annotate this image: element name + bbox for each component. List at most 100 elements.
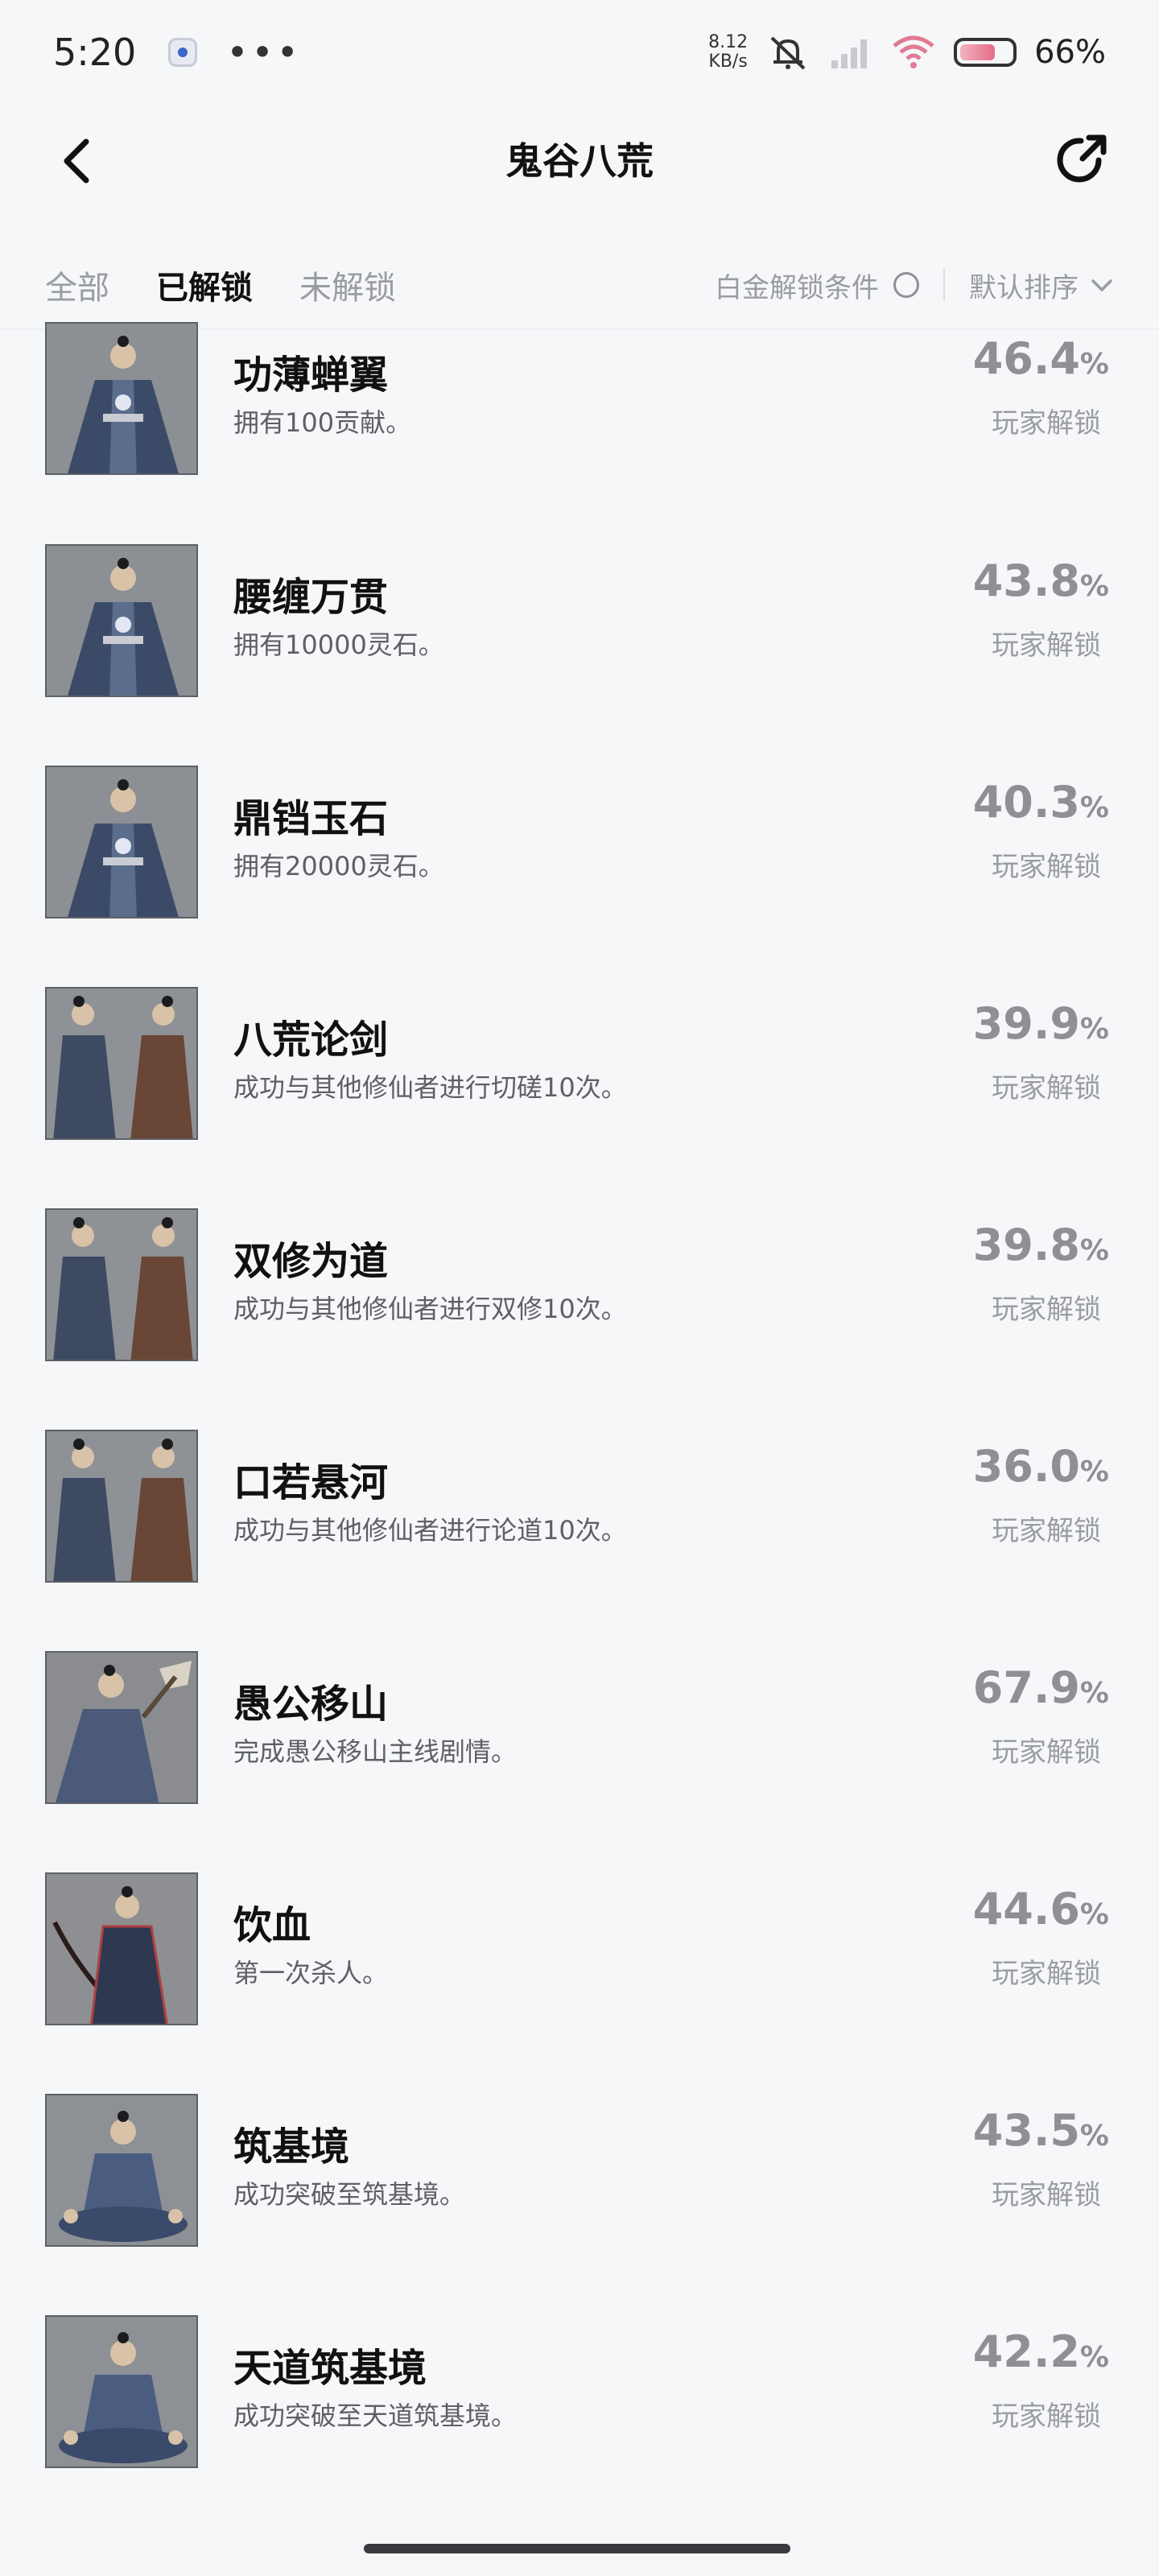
unlock-rate-value: 43.5 (972, 2105, 1080, 2156)
mute-bell-icon (770, 36, 806, 70)
achievement-row[interactable]: 腰缠万贯拥有10000灵石。 43.8% 玩家解锁 (0, 544, 1159, 766)
unlock-rate-percent-sign: % (1079, 1898, 1109, 1931)
status-time: 5:20 (53, 31, 137, 74)
network-speed-unit: KB/s (708, 52, 748, 72)
sort-dropdown[interactable]: 默认排序 (969, 266, 1079, 305)
unlock-rate: 44.6% (973, 1884, 1109, 1934)
unlock-rate-value: 67.9 (972, 1662, 1080, 1713)
achievement-description: 成功与其他修仙者进行双修10次。 (233, 1294, 627, 1324)
achievement-title: 腰缠万贯 (233, 575, 389, 620)
figure-with-hoe-icon (45, 1651, 198, 1804)
status-bar: 5:20 ••• 8.12 KB/s 66% (0, 0, 1159, 105)
two-figures-icon (45, 987, 198, 1140)
unlock-rate: 36.0% (973, 1441, 1109, 1492)
header: 鬼谷八荒 (0, 105, 1159, 213)
tab-locked[interactable]: 未解锁 (299, 262, 396, 308)
unlock-rate-value: 44.6 (972, 1884, 1080, 1934)
page-title: 鬼谷八荒 (505, 139, 654, 183)
meditating-figure-icon (45, 2094, 198, 2247)
unlock-label: 玩家解锁 (992, 1072, 1101, 1104)
share-icon (1057, 134, 1107, 183)
unlock-label: 玩家解锁 (992, 851, 1101, 883)
unlock-label: 玩家解锁 (992, 1515, 1101, 1547)
achievement-title: 愚公移山 (233, 1682, 389, 1727)
unlock-rate: 67.9% (973, 1662, 1109, 1713)
unlock-rate-percent-sign: % (1079, 348, 1109, 381)
unlock-rate-percent-sign: % (1079, 1677, 1109, 1710)
achievement-title: 八荒论剑 (233, 1018, 389, 1063)
achievement-title: 双修为道 (233, 1239, 389, 1284)
robed-figure-icon (45, 766, 198, 919)
achievement-row[interactable]: 口若悬河成功与其他修仙者进行论道10次。 36.0% 玩家解锁 (0, 1430, 1159, 1652)
platinum-radio[interactable] (893, 272, 919, 298)
achievement-description: 成功与其他修仙者进行论道10次。 (233, 1515, 627, 1546)
achievement-description: 拥有10000灵石。 (233, 630, 444, 660)
unlock-rate-value: 43.8 (972, 555, 1080, 606)
unlock-rate-percent-sign: % (1079, 570, 1109, 603)
achievement-title: 功薄蝉翼 (233, 353, 389, 398)
achievement-description: 完成愚公移山主线剧情。 (233, 1736, 518, 1767)
tab-unlocked[interactable]: 已解锁 (156, 262, 253, 308)
achievement-title: 筑基境 (233, 2124, 350, 2169)
home-indicator[interactable] (364, 2544, 790, 2553)
achievement-row[interactable]: 筑基境成功突破至筑基境。 43.5% 玩家解锁 (0, 2094, 1159, 2316)
achievement-description: 成功与其他修仙者进行切磋10次。 (233, 1072, 627, 1103)
robed-figure-icon (45, 322, 198, 475)
filters: 白金解锁条件 默认排序 (715, 266, 1114, 305)
signal-icon (831, 39, 868, 68)
unlock-rate: 39.9% (973, 998, 1109, 1049)
tab-all[interactable]: 全部 (45, 262, 109, 308)
share-button[interactable] (1045, 124, 1117, 196)
network-speed-value: 8.12 (708, 32, 749, 52)
achievement-description: 成功突破至筑基境。 (233, 2179, 466, 2210)
achievement-row[interactable]: 天道筑基境 成功突破至天道筑基境。 42.2% 玩家解锁 (0, 2315, 1159, 2537)
unlock-label: 玩家解锁 (992, 1958, 1101, 1990)
unlock-rate-percent-sign: % (1079, 1013, 1109, 1046)
achievement-title: 饮血 (233, 1903, 311, 1948)
unlock-label: 玩家解锁 (992, 2401, 1101, 2433)
unlock-label: 玩家解锁 (992, 2179, 1101, 2211)
unlock-rate-percent-sign: % (1079, 1455, 1109, 1488)
unlock-rate: 46.4% (973, 333, 1109, 384)
unlock-rate-percent-sign: % (1079, 791, 1109, 824)
platinum-filter-label[interactable]: 白金解锁条件 (715, 266, 879, 305)
chevron-down-icon[interactable] (1090, 273, 1114, 297)
achievement-row[interactable]: 饮血 第一次杀人。 44.6% 玩家解锁 (0, 1872, 1159, 2095)
battery-icon (954, 38, 1017, 67)
achievement-row[interactable]: 愚公移山完成愚公移山主线剧情。 67.9% 玩家解锁 (0, 1651, 1159, 1873)
achievement-row[interactable]: 功薄蝉翼 拥有100贡献。 46.4% 玩家解锁 (0, 322, 1159, 544)
unlock-label: 玩家解锁 (992, 1294, 1101, 1326)
back-button[interactable] (45, 129, 109, 193)
wifi-icon (893, 35, 934, 68)
battery-percentage: 66% (1034, 34, 1106, 71)
tabs-bar: 全部 已解锁 未解锁 白金解锁条件 默认排序 (0, 242, 1159, 330)
filter-divider (943, 269, 945, 301)
unlock-rate-value: 40.3 (972, 777, 1080, 828)
robed-figure-icon (45, 544, 198, 697)
achievement-title: 鼎铛玉石 (233, 796, 389, 841)
unlock-label: 玩家解锁 (992, 407, 1101, 440)
achievement-row[interactable]: 双修为道成功与其他修仙者进行双修10次。 39.8% 玩家解锁 (0, 1208, 1159, 1430)
unlock-rate-value: 36.0 (972, 1441, 1080, 1492)
unlock-rate: 42.2% (973, 2326, 1109, 2377)
unlock-rate: 43.5% (973, 2105, 1109, 2156)
network-speed: 8.12 KB/s (708, 33, 748, 72)
achievement-row[interactable]: 八荒论剑成功与其他修仙者进行切磋10次。 39.9% 玩家解锁 (0, 987, 1159, 1209)
unlock-rate-percent-sign: % (1079, 2341, 1109, 2374)
unlock-rate: 39.8% (973, 1220, 1109, 1270)
unlock-label: 玩家解锁 (992, 1736, 1101, 1769)
back-arrow-icon (64, 138, 89, 184)
status-right: 8.12 KB/s 66% (708, 33, 1106, 72)
unlock-rate-percent-sign: % (1079, 2120, 1109, 2153)
more-notifications-icon: ••• (226, 31, 302, 74)
unlock-rate-value: 39.9 (972, 998, 1080, 1049)
achievement-description: 成功突破至天道筑基境。 (233, 2401, 518, 2431)
unlock-rate: 43.8% (973, 555, 1109, 606)
unlock-label: 玩家解锁 (992, 630, 1101, 662)
two-figures-icon (45, 1208, 198, 1361)
unlock-rate-value: 39.8 (972, 1220, 1080, 1270)
achievement-title: 口若悬河 (233, 1460, 389, 1505)
unlock-rate-percent-sign: % (1079, 1234, 1109, 1267)
unlock-rate-value: 42.2 (972, 2326, 1080, 2377)
achievement-row[interactable]: 鼎铛玉石 拥有20000灵石。 40.3% 玩家解锁 (0, 766, 1159, 988)
